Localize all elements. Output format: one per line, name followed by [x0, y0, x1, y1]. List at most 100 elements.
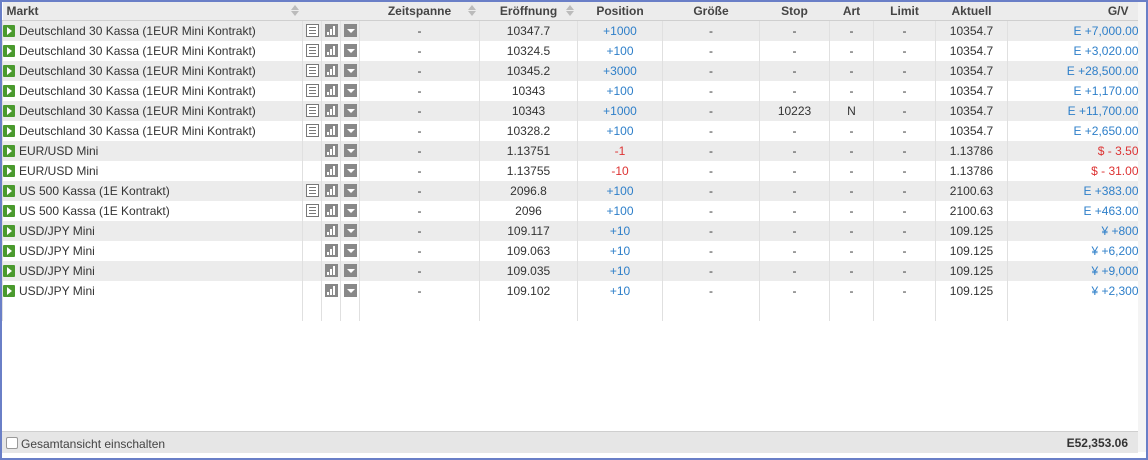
column-header-zeitspanne[interactable]: Zeitspanne — [359, 2, 480, 21]
bar-chart-icon[interactable] — [324, 204, 338, 217]
column-header-aktuell[interactable]: Aktuell — [935, 2, 1008, 21]
cell-gv: $ - 31.00 — [1007, 161, 1139, 181]
dropdown-icon[interactable] — [343, 144, 357, 157]
dropdown-icon[interactable] — [343, 204, 357, 217]
cell-art: - — [829, 121, 874, 141]
table-row[interactable]: Deutschland 30 Kassa (1EUR Mini Kontrakt… — [2, 101, 1139, 121]
document-icon[interactable] — [305, 64, 319, 77]
cell-limit: - — [873, 201, 936, 221]
table-row[interactable]: EUR/USD Mini -1.13751 -1- - - -1.13786 $ - 3.5… — [2, 141, 1139, 161]
dropdown-icon[interactable] — [343, 84, 357, 97]
bar-chart-icon[interactable] — [324, 44, 338, 57]
bar-chart-icon[interactable] — [324, 24, 338, 37]
cell-aktuell: 109.125 — [935, 261, 1008, 281]
dropdown-icon[interactable] — [343, 44, 357, 57]
dropdown-icon[interactable] — [343, 284, 357, 297]
column-header-art[interactable]: Art — [829, 2, 874, 21]
table-row[interactable]: EUR/USD Mini -1.13755 -10- - - -1.13786 $ - 31… — [2, 161, 1139, 181]
column-header-gv[interactable]: G/V — [1007, 2, 1139, 21]
cell-details — [302, 161, 322, 181]
cell-stop: 10223 — [759, 101, 830, 121]
table-row[interactable]: US 500 Kassa (1E Kontrakt) -2096 +100- - - -2… — [2, 201, 1139, 221]
cell-details — [302, 261, 322, 281]
table-row[interactable]: USD/JPY Mini -109.117 +10- - - -109.125 ¥ +800 — [2, 221, 1139, 241]
cell-limit: - — [873, 281, 936, 301]
sort-arrows-icon[interactable] — [467, 4, 476, 18]
dropdown-icon[interactable] — [343, 124, 357, 137]
column-header-label: Markt — [6, 4, 39, 18]
table-row[interactable]: Deutschland 30 Kassa (1EUR Mini Kontrakt… — [2, 20, 1139, 41]
table-row[interactable]: USD/JPY Mini -109.063 +10- - - -109.125 ¥ +6,2… — [2, 241, 1139, 261]
bar-chart-icon[interactable] — [324, 124, 338, 137]
play-icon[interactable] — [3, 105, 15, 117]
overall-view-checkbox[interactable] — [6, 437, 18, 449]
column-header-groesse[interactable]: Größe — [662, 2, 760, 21]
table-row[interactable]: Deutschland 30 Kassa (1EUR Mini Kontrakt… — [2, 81, 1139, 101]
play-icon[interactable] — [3, 185, 15, 197]
sort-arrows-icon[interactable] — [290, 4, 299, 18]
table-row[interactable]: Deutschland 30 Kassa (1EUR Mini Kontrakt… — [2, 61, 1139, 81]
play-icon[interactable] — [3, 85, 15, 97]
bar-chart-icon[interactable] — [324, 244, 338, 257]
document-icon[interactable] — [305, 24, 319, 37]
cell-groesse: - — [662, 261, 760, 281]
cell-chart — [321, 281, 341, 301]
play-icon[interactable] — [3, 125, 15, 137]
cell-zeitspanne: - — [359, 61, 480, 81]
column-header-label: Art — [842, 4, 861, 18]
dropdown-icon[interactable] — [343, 244, 357, 257]
bar-chart-icon[interactable] — [324, 224, 338, 237]
play-icon[interactable] — [3, 245, 15, 257]
bar-chart-icon[interactable] — [324, 164, 338, 177]
cell-limit: - — [873, 221, 936, 241]
cell-groesse: - — [662, 81, 760, 101]
play-icon[interactable] — [3, 65, 15, 77]
play-icon[interactable] — [3, 145, 15, 157]
bar-chart-icon[interactable] — [324, 144, 338, 157]
document-icon[interactable] — [305, 204, 319, 217]
table-row[interactable]: USD/JPY Mini -109.102 +10- - - -109.125 ¥ +2,3… — [2, 281, 1139, 301]
dropdown-icon[interactable] — [343, 24, 357, 37]
dropdown-icon[interactable] — [343, 264, 357, 277]
column-header-eroeffnung[interactable]: Eröffnung — [479, 2, 578, 21]
column-header-stop[interactable]: Stop — [759, 2, 830, 21]
bar-chart-icon[interactable] — [324, 84, 338, 97]
document-icon[interactable] — [305, 104, 319, 117]
cell-gv: ¥ +6,200 — [1007, 241, 1139, 261]
sort-arrows-icon[interactable] — [565, 4, 574, 18]
table-row[interactable]: Deutschland 30 Kassa (1EUR Mini Kontrakt… — [2, 41, 1139, 61]
column-header-markt[interactable]: Markt — [2, 2, 303, 21]
play-icon[interactable] — [3, 285, 15, 297]
document-icon[interactable] — [305, 124, 319, 137]
table-row[interactable]: USD/JPY Mini -109.035 +10- - - -109.125 ¥ +9,0… — [2, 261, 1139, 281]
table-row[interactable]: Deutschland 30 Kassa (1EUR Mini Kontrakt… — [2, 121, 1139, 141]
play-icon[interactable] — [3, 265, 15, 277]
play-icon[interactable] — [3, 205, 15, 217]
column-header-position[interactable]: Position — [577, 2, 663, 21]
dropdown-icon[interactable] — [343, 64, 357, 77]
cell-stop: - — [759, 201, 830, 221]
document-icon[interactable] — [305, 44, 319, 57]
play-icon[interactable] — [3, 25, 15, 37]
cell-gv: E +7,000.00 — [1007, 20, 1139, 41]
document-icon[interactable] — [305, 84, 319, 97]
bar-chart-icon[interactable] — [324, 264, 338, 277]
bar-chart-icon[interactable] — [324, 284, 338, 297]
overall-view-label[interactable]: Gesamtansicht einschalten — [21, 437, 165, 451]
dropdown-icon[interactable] — [343, 164, 357, 177]
vertical-scrollbar[interactable] — [1138, 2, 1146, 452]
dropdown-icon[interactable] — [343, 184, 357, 197]
column-header-label: Position — [596, 4, 644, 18]
bar-chart-icon[interactable] — [324, 104, 338, 117]
play-icon[interactable] — [3, 225, 15, 237]
table-row[interactable]: US 500 Kassa (1E Kontrakt) -2096.8 +100- - -… — [2, 181, 1139, 201]
dropdown-icon[interactable] — [343, 224, 357, 237]
dropdown-icon[interactable] — [343, 104, 357, 117]
play-icon[interactable] — [3, 165, 15, 177]
bar-chart-icon[interactable] — [324, 64, 338, 77]
bar-chart-icon[interactable] — [324, 184, 338, 197]
column-header-limit[interactable]: Limit — [873, 2, 936, 21]
play-icon[interactable] — [3, 45, 15, 57]
document-icon[interactable] — [305, 184, 319, 197]
empty-cell — [479, 301, 578, 321]
